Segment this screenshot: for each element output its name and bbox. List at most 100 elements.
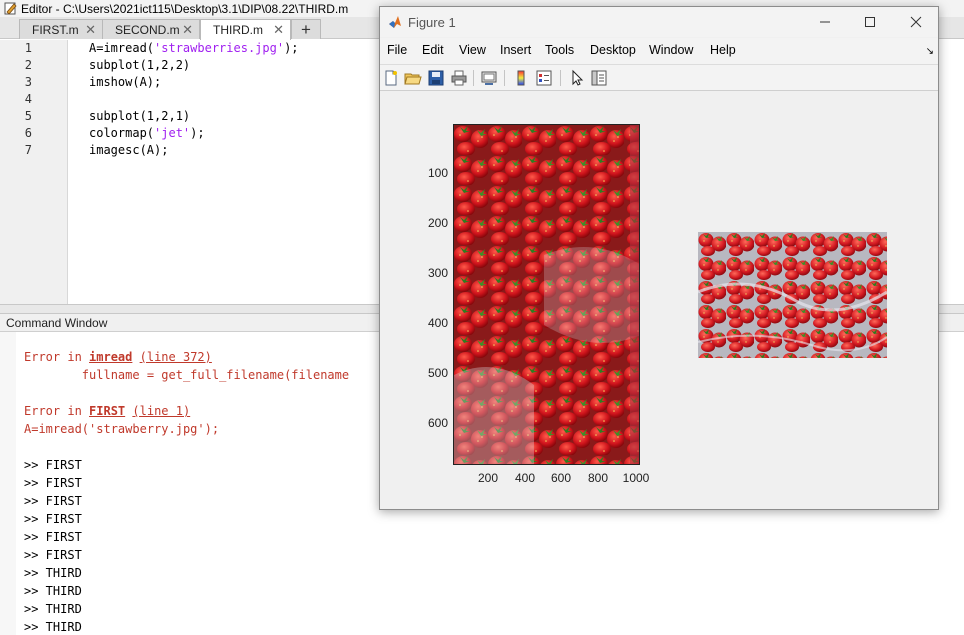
history-line: >> FIRST <box>24 458 82 472</box>
strawberry-image <box>454 125 639 464</box>
close-icon[interactable]: ✕ <box>85 22 96 38</box>
new-figure-icon[interactable] <box>382 69 400 87</box>
axes-right-imshow[interactable] <box>698 232 887 358</box>
editor-icon <box>4 2 17 15</box>
error-line: Error in imread (line 372) <box>24 350 212 364</box>
close-icon[interactable]: ✕ <box>182 22 193 38</box>
dock-arrow-icon[interactable]: ↘ <box>926 46 934 57</box>
line-number: 5 <box>24 109 32 123</box>
menu-desktop[interactable]: Desktop <box>590 43 636 57</box>
command-window-margin <box>0 332 16 635</box>
error-line-link[interactable]: (line 1) <box>132 404 190 418</box>
error-detail: fullname = get_full_filename(filename <box>24 368 350 382</box>
code-text: ); <box>284 41 299 55</box>
pointer-icon[interactable] <box>568 69 586 87</box>
history-line: >> FIRST <box>24 530 82 544</box>
axes-left-imagesc[interactable] <box>453 124 640 465</box>
figure-title-bar[interactable]: Figure 1 <box>380 7 938 37</box>
close-icon <box>910 16 922 28</box>
code-line[interactable]: subplot(1,2,1) <box>89 109 190 123</box>
figure-menu-bar: File Edit View Insert Tools Desktop Wind… <box>380 38 938 64</box>
y-tick-label: 600 <box>427 416 448 430</box>
code-line[interactable]: imagesc(A); <box>89 143 168 157</box>
code-text: colormap( <box>89 126 155 140</box>
history-line: >> FIRST <box>24 512 82 526</box>
error-text: Error in <box>24 404 90 418</box>
line-number: 4 <box>24 92 32 106</box>
history-line: >> THIRD <box>24 602 82 616</box>
minimize-button[interactable] <box>805 11 845 33</box>
string-literal: 'strawberries.jpg' <box>154 41 285 55</box>
history-line: >> THIRD <box>24 620 82 634</box>
menu-view[interactable]: View <box>459 43 486 57</box>
x-tick-label: 1000 <box>622 471 650 485</box>
error-text <box>132 350 139 364</box>
history-line: >> THIRD <box>24 566 82 580</box>
history-line: >> FIRST <box>24 548 82 562</box>
x-tick-label: 600 <box>550 471 572 485</box>
error-function-link[interactable]: FIRST <box>89 404 125 418</box>
history-line: >> FIRST <box>24 476 82 490</box>
figure-canvas[interactable]: 100 200 300 400 500 600 200 400 600 800 … <box>380 91 938 509</box>
menu-edit[interactable]: Edit <box>422 43 444 57</box>
code-line[interactable]: colormap('jet'); <box>89 126 205 140</box>
line-number: 2 <box>24 58 32 72</box>
toolbar-separator <box>560 70 561 86</box>
code-line[interactable]: subplot(1,2,2) <box>89 58 190 72</box>
link-plot-icon[interactable] <box>480 69 498 87</box>
code-text: ); <box>190 126 205 140</box>
close-button[interactable] <box>896 11 936 33</box>
menu-window[interactable]: Window <box>649 43 693 57</box>
error-text: Error in <box>24 350 90 364</box>
line-number: 6 <box>24 126 32 140</box>
property-inspector-icon[interactable] <box>590 69 608 87</box>
x-tick-label: 200 <box>477 471 499 485</box>
tab-second[interactable]: SECOND.m ✕ <box>102 19 200 39</box>
menu-tools[interactable]: Tools <box>545 43 574 57</box>
history-line: >> FIRST <box>24 494 82 508</box>
colorbar-icon[interactable] <box>512 69 530 87</box>
y-tick-label: 500 <box>427 366 448 380</box>
line-number: 7 <box>24 143 32 157</box>
error-line: Error in FIRST (line 1) <box>24 404 190 418</box>
add-tab-button[interactable]: + <box>291 19 321 39</box>
print-icon[interactable] <box>450 69 468 87</box>
error-line-link[interactable]: (line 372) <box>140 350 212 364</box>
error-function-link[interactable]: imread <box>89 350 132 364</box>
toolbar-separator <box>504 70 505 86</box>
string-literal: 'jet' <box>154 126 191 140</box>
tab-label: THIRD.m <box>213 23 263 37</box>
figure-window[interactable]: Figure 1 File Edit View Insert Tools Des… <box>379 6 939 510</box>
code-line[interactable]: imshow(A); <box>89 75 161 89</box>
tab-first[interactable]: FIRST.m ✕ <box>19 19 103 39</box>
history-line: >> THIRD <box>24 584 82 598</box>
legend-icon[interactable] <box>535 69 553 87</box>
menu-help[interactable]: Help <box>710 43 736 57</box>
maximize-button[interactable] <box>850 11 890 33</box>
x-tick-label: 800 <box>587 471 609 485</box>
line-number-gutter: 1 2 3 4 5 6 7 <box>0 40 68 304</box>
code-line[interactable]: A=imread('strawberries.jpg'); <box>89 41 299 55</box>
y-tick-label: 400 <box>427 316 448 330</box>
close-icon[interactable]: ✕ <box>273 22 284 38</box>
line-number: 1 <box>24 41 32 55</box>
save-icon[interactable] <box>427 69 445 87</box>
tab-third[interactable]: THIRD.m ✕ <box>200 19 291 40</box>
maximize-icon <box>865 17 875 27</box>
code-text: A=imread( <box>89 41 155 55</box>
tab-label: FIRST.m <box>32 22 79 37</box>
menu-file[interactable]: File <box>387 43 407 57</box>
tab-label: SECOND.m <box>115 22 180 37</box>
strawberry-photo <box>698 232 887 358</box>
command-window-title: Command Window <box>6 315 108 330</box>
menu-insert[interactable]: Insert <box>500 43 531 57</box>
open-file-icon[interactable] <box>404 69 422 87</box>
error-detail: A=imread('strawberry.jpg'); <box>24 422 220 436</box>
editor-title: Editor - C:\Users\2021ict115\Desktop\3.1… <box>21 1 349 16</box>
toolbar-separator <box>473 70 474 86</box>
x-tick-label: 400 <box>514 471 536 485</box>
matlab-logo-icon <box>389 16 401 28</box>
y-tick-label: 300 <box>427 266 448 280</box>
figure-toolbar <box>380 64 938 91</box>
minimize-icon <box>820 21 830 23</box>
